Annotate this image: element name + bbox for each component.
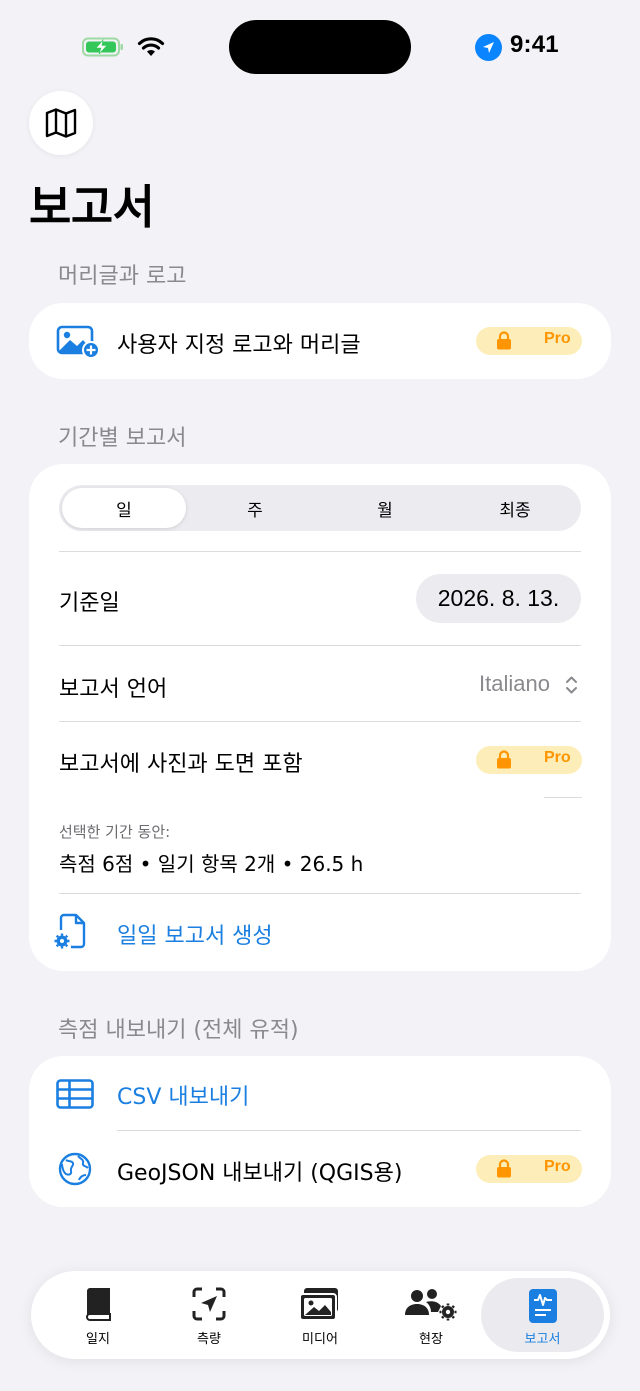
geojson-export-row[interactable]: GeoJSON 내보내기 (QGIS용) Pro <box>29 1131 611 1207</box>
lock-icon <box>497 331 511 350</box>
tab-label: 보고서 <box>524 1332 561 1347</box>
csv-export-label: CSV 내보내기 <box>117 1085 250 1110</box>
lock-icon <box>497 1159 511 1178</box>
lock-icon <box>497 750 511 769</box>
table-icon <box>56 1079 94 1109</box>
divider <box>59 645 581 646</box>
export-card: CSV 내보내기 GeoJSON 내보내기 (QGIS용) Pro <box>29 1056 611 1207</box>
include-photos-row[interactable]: 보고서에 사진과 도면 포함 Pro <box>29 722 611 798</box>
globe-icon <box>58 1152 92 1186</box>
logo-card: 사용자 지정 로고와 머리글 Pro <box>29 303 611 379</box>
segment-day[interactable]: 일 <box>62 488 186 528</box>
pro-badge-label: Pro <box>544 1158 571 1175</box>
status-time: 9:41 <box>510 31 559 58</box>
tab-bar: 일지 측량 미디어 현장 보고서 <box>31 1271 610 1359</box>
pro-badge: Pro <box>476 746 582 774</box>
base-date-label: 기준일 <box>59 591 120 616</box>
report-language-value: Italiano <box>479 671 550 696</box>
page-title: 보고서 <box>29 180 155 234</box>
summary-caption: 선택한 기간 동안: <box>59 823 171 841</box>
report-icon <box>528 1289 557 1323</box>
section-header-logo: 머리글과 로고 <box>58 264 187 289</box>
pro-badge-label: Pro <box>544 330 571 347</box>
pro-badge-label: Pro <box>544 749 571 766</box>
tab-label: 현장 <box>419 1332 443 1347</box>
status-bar: 9:41 <box>0 0 640 95</box>
base-date-picker[interactable]: 2026. 8. 13. <box>416 574 581 623</box>
book-icon <box>85 1288 111 1321</box>
map-icon <box>45 108 77 138</box>
segment-week[interactable]: 주 <box>193 488 317 528</box>
report-language-label: 보고서 언어 <box>59 677 168 702</box>
photos-icon <box>299 1288 338 1321</box>
tab-report[interactable]: 보고서 <box>481 1278 604 1352</box>
period-segmented-control: 일 주 월 최종 <box>59 485 581 531</box>
csv-export-button[interactable]: CSV 내보내기 <box>29 1056 611 1131</box>
period-report-card: 일 주 월 최종 기준일 2026. 8. 13. 보고서 언어 Italian… <box>29 464 611 971</box>
location-scan-icon <box>192 1287 226 1321</box>
people-gear-icon <box>405 1289 457 1321</box>
tab-journal[interactable]: 일지 <box>43 1271 153 1359</box>
tab-survey[interactable]: 측량 <box>154 1271 264 1359</box>
tab-label: 측량 <box>197 1332 221 1347</box>
wifi-icon <box>137 37 165 56</box>
pro-badge: Pro <box>476 1155 582 1183</box>
section-header-period: 기간별 보고서 <box>58 426 187 451</box>
segment-final[interactable]: 최종 <box>453 488 577 528</box>
map-button[interactable] <box>29 91 93 155</box>
report-language-picker[interactable]: Italiano <box>469 671 584 701</box>
summary-value: 측점 6점 • 일기 항목 2개 • 26.5 h <box>59 852 364 876</box>
generate-report-button[interactable]: 일일 보고서 생성 <box>29 894 611 971</box>
battery-charging-icon <box>82 37 123 57</box>
tab-label: 미디어 <box>302 1332 338 1347</box>
photo-add-icon <box>56 325 100 359</box>
segment-month[interactable]: 월 <box>323 488 447 528</box>
dynamic-island <box>229 20 411 74</box>
include-photos-label: 보고서에 사진과 도면 포함 <box>59 752 303 777</box>
section-header-export: 측점 내보내기 (전체 유적) <box>58 1018 299 1043</box>
tab-site[interactable]: 현장 <box>376 1271 486 1359</box>
divider <box>59 551 581 552</box>
tab-label: 일지 <box>86 1332 110 1347</box>
chevron-up-down-icon <box>566 676 577 694</box>
pro-badge: Pro <box>476 327 582 355</box>
divider <box>544 797 582 798</box>
generate-report-label: 일일 보고서 생성 <box>117 924 273 949</box>
doc-gear-icon <box>54 913 86 949</box>
tab-media[interactable]: 미디어 <box>265 1271 375 1359</box>
location-services-icon <box>475 34 502 61</box>
custom-logo-row[interactable]: 사용자 지정 로고와 머리글 Pro <box>29 303 611 379</box>
custom-logo-label: 사용자 지정 로고와 머리글 <box>117 333 361 358</box>
geojson-export-label: GeoJSON 내보내기 (QGIS용) <box>117 1161 403 1186</box>
